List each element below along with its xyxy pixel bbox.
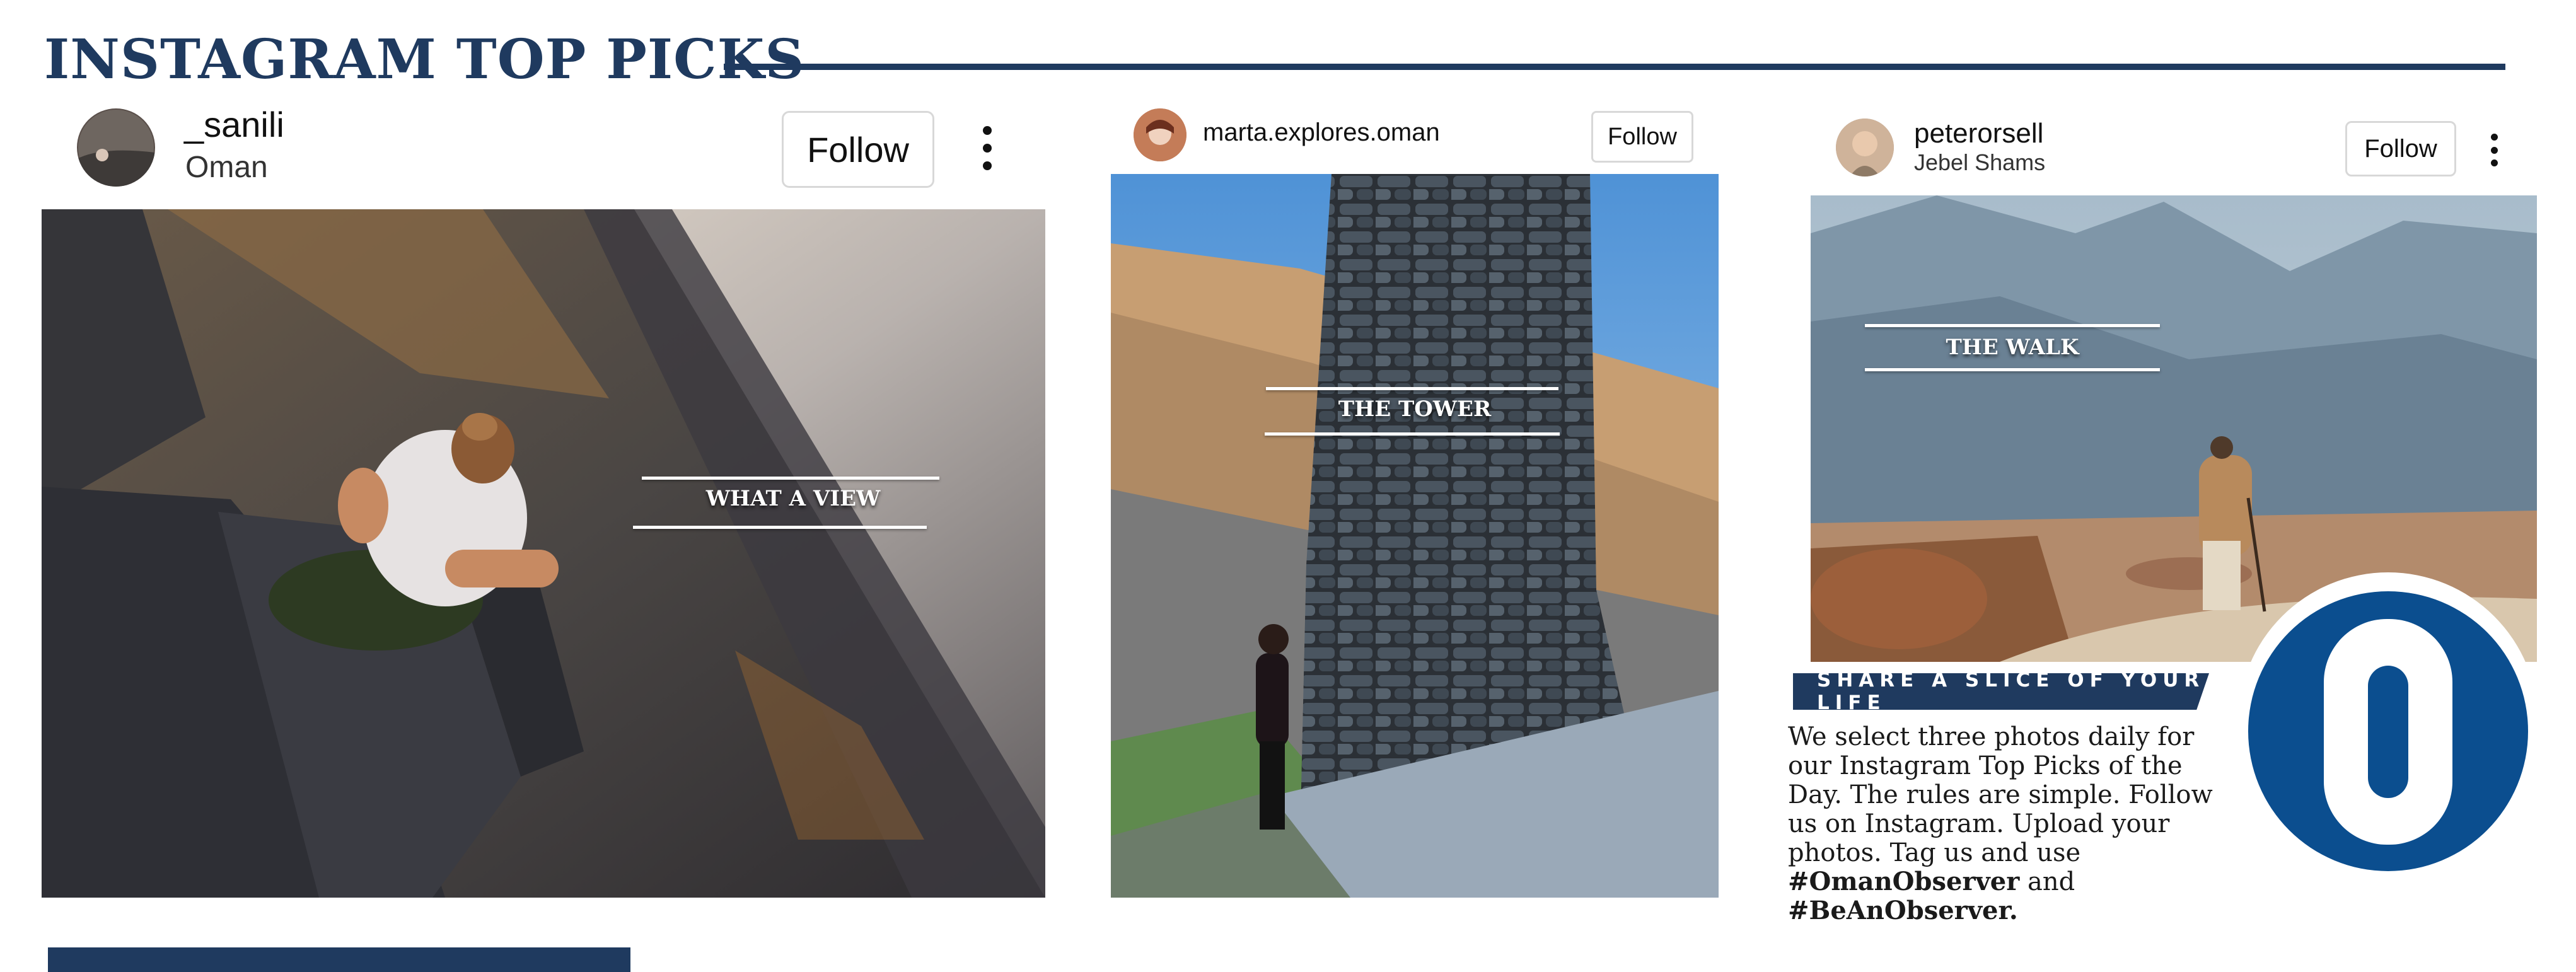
follow-button[interactable]: Follow bbox=[2345, 121, 2456, 176]
username[interactable]: _sanili bbox=[184, 107, 284, 142]
title-rule bbox=[724, 64, 2505, 70]
caption-rule-top bbox=[642, 477, 939, 480]
photo-caption: THE WALK bbox=[1946, 335, 2079, 360]
more-options-icon[interactable] bbox=[2488, 134, 2500, 166]
photo-tower bbox=[1111, 174, 1719, 898]
caption-rule-bottom bbox=[1265, 432, 1560, 436]
promo-banner: SHARE A SLICE OF YOUR LIFE bbox=[1793, 673, 2209, 710]
hashtag-be-an-observer[interactable]: #BeAnObserver. bbox=[1788, 896, 2018, 925]
promo-line: We select three photos daily for bbox=[1788, 722, 2195, 751]
username[interactable]: peterorsell bbox=[1914, 120, 2043, 148]
photo-cliff bbox=[42, 209, 1045, 898]
page-title: INSTAGRAM TOP PICKS bbox=[44, 28, 805, 91]
promo-line: photos. Tag us and use bbox=[1788, 838, 2081, 867]
promo-line: Day. The rules are simple. Follow bbox=[1788, 780, 2213, 809]
follow-button[interactable]: Follow bbox=[782, 111, 934, 188]
avatar[interactable] bbox=[1134, 108, 1186, 161]
location[interactable]: Jebel Shams bbox=[1914, 151, 2045, 174]
follow-button[interactable]: Follow bbox=[1591, 111, 1693, 163]
hashtag-joiner: and bbox=[2028, 867, 2075, 896]
username[interactable]: marta.explores.oman bbox=[1203, 120, 1440, 145]
avatar[interactable] bbox=[1836, 119, 1894, 176]
promo-hashtags: #OmanObserver and #BeAnObserver. bbox=[1788, 867, 2292, 925]
more-options-icon[interactable] bbox=[980, 126, 995, 170]
avatar[interactable] bbox=[77, 108, 155, 187]
observer-logo bbox=[2237, 571, 2539, 874]
promo-line: us on Instagram. Upload your bbox=[1788, 809, 2170, 838]
bottom-bar bbox=[48, 947, 630, 972]
hashtag-oman-observer[interactable]: #OmanObserver bbox=[1788, 867, 2019, 896]
photo-caption: THE TOWER bbox=[1338, 396, 1492, 422]
caption-rule-top bbox=[1266, 387, 1558, 390]
caption-rule-bottom bbox=[633, 526, 927, 529]
promo-text: We select three photos daily for our Ins… bbox=[1788, 722, 2292, 925]
caption-rule-bottom bbox=[1865, 368, 2160, 371]
promo-line: our Instagram Top Picks of the bbox=[1788, 751, 2183, 780]
caption-rule-top bbox=[1865, 324, 2160, 327]
location[interactable]: Oman bbox=[185, 153, 268, 183]
photo-caption: WHAT A VIEW bbox=[705, 486, 881, 511]
